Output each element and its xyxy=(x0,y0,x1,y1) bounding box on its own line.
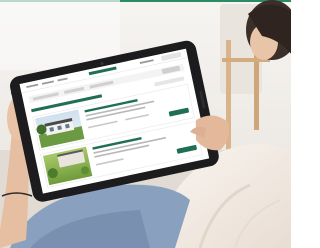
photo-scene xyxy=(0,0,291,248)
